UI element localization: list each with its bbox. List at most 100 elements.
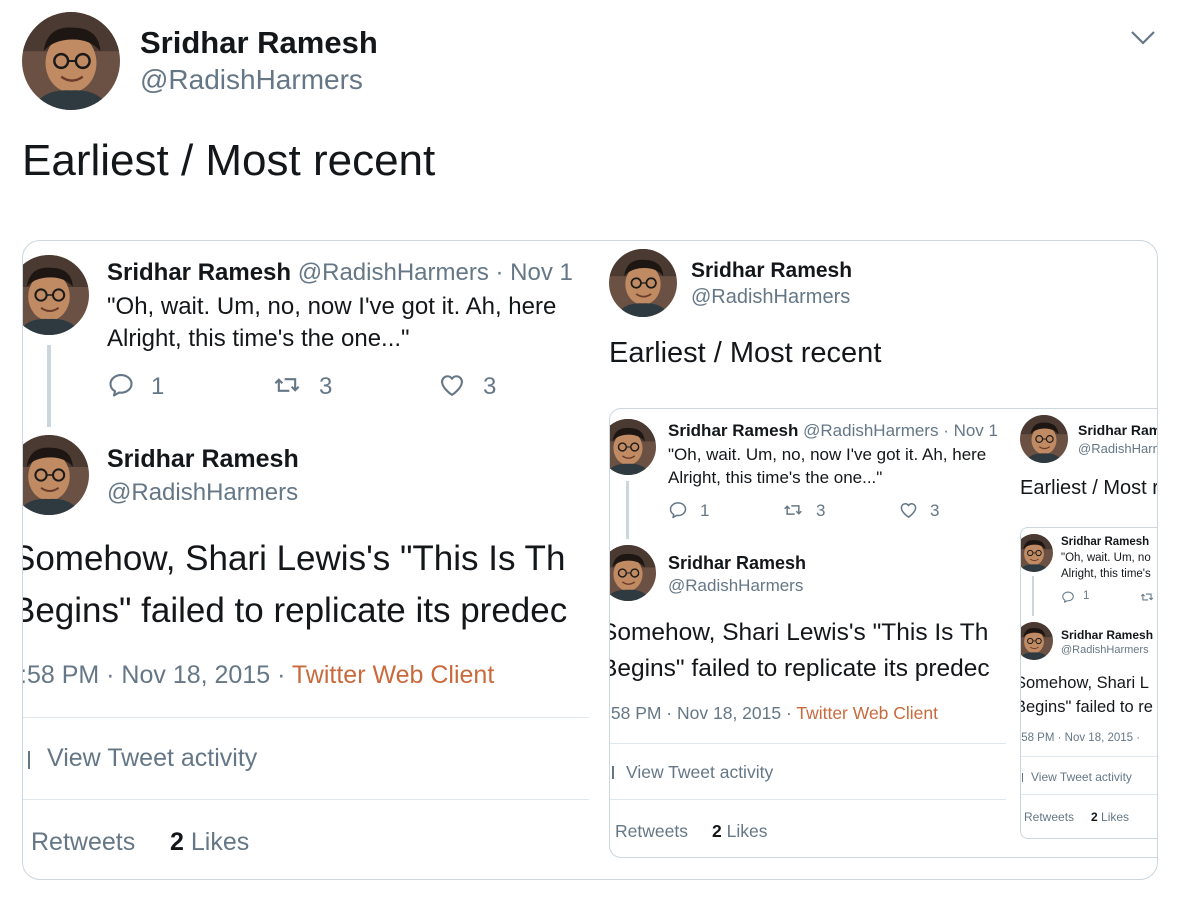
quoted-handle-date: @RadishHarmers · Nov 1	[803, 421, 998, 440]
divider	[610, 743, 1006, 744]
tweet-timestamp: :58 PM · Nov 18, 2015 · Twitter Web Clie…	[23, 661, 494, 690]
likes-count: 2	[170, 828, 184, 856]
thread-line	[1032, 576, 1034, 616]
quoted-author-name: Sridhar Ramesh	[107, 259, 292, 286]
likes-label: Likes	[726, 821, 768, 841]
activity-bar-icon	[1022, 773, 1023, 782]
author-handle: @RadishHarmers	[691, 286, 851, 308]
divider	[610, 799, 1006, 800]
quoted-text-line2: Alright, this time's the one..."	[668, 468, 883, 487]
likes-stat: 2 Likes	[1091, 810, 1129, 824]
like-count: 3	[930, 501, 940, 520]
tweet-text: Earliest / Most recent	[22, 136, 436, 185]
likes-stat: 2 Likes	[170, 828, 249, 857]
retweet-count: 3	[319, 373, 333, 400]
main-text-line1: Somehow, Shari Lewis's "This Is Th	[23, 539, 566, 578]
main-text-line1: Somehow, Shari Lewis's "This Is Th	[610, 619, 989, 646]
quoted-text-line2: Alright, this time's	[1061, 568, 1151, 580]
quoted-text-line1: "Oh, wait. Um, no	[1061, 552, 1151, 564]
tweet-text: Earliest / Most recent	[609, 337, 882, 369]
main-author-name: Sridhar Ramesh	[1061, 628, 1154, 642]
main-avatar	[610, 545, 656, 601]
avatar	[609, 249, 677, 317]
main-author-handle: @RadishHarmers	[668, 576, 804, 595]
author-name: Sridhar Ramesh	[1078, 422, 1157, 438]
view-tweet-activity: View Tweet activity	[1031, 770, 1132, 784]
likes-label: Likes	[190, 828, 250, 856]
tweet-timestamp: :58 PM · Nov 18, 2015 ·	[1020, 732, 1141, 744]
retweet-icon	[271, 371, 303, 399]
client-link: Twitter Web Client	[796, 703, 939, 723]
main-text-line1: Somehow, Shari L	[1020, 674, 1149, 692]
quoted-avatar	[610, 419, 656, 475]
quoted-text-line1: "Oh, wait. Um, no, now I've got it. Ah, …	[107, 293, 557, 320]
quoted-header: Sridhar Ramesh @RadishHarmers · Nov 1	[668, 421, 998, 441]
main-text-line2: Begins" failed to re	[1020, 698, 1153, 716]
quoted-handle-date: @RadishHarmers · Nov 1	[297, 259, 573, 286]
main-author-name: Sridhar Ramesh	[107, 445, 299, 473]
quoted-text-line2: Alright, this time's the one..."	[107, 325, 410, 352]
author-handle[interactable]: @RadishHarmers	[140, 64, 363, 96]
chevron-down-icon[interactable]	[1130, 30, 1156, 46]
quoted-header: Sridhar Ramesh @RadishHarmers · Nov 1	[107, 259, 573, 287]
reply-count: 1	[1083, 590, 1090, 602]
reply-icon	[1061, 590, 1075, 604]
thread-line	[47, 345, 51, 427]
main-text-line2: Begins" failed to replicate its predec	[23, 591, 568, 630]
screenshot-left-column: Sridhar Ramesh @RadishHarmers · Nov 1 "O…	[23, 241, 589, 879]
avatar	[1020, 415, 1068, 463]
tweet-timestamp: :58 PM · Nov 18, 2015 · Twitter Web Clie…	[610, 703, 938, 724]
screenshot-right-column: Sridhar Ramesh @RadishHarmers Earliest /…	[1006, 409, 1157, 857]
like-icon	[898, 500, 919, 520]
likes-stat: 2 Likes	[712, 821, 767, 842]
screenshot-right-column: Sridhar Ramesh @RadishHarmers Earliest /…	[589, 241, 1157, 879]
divider	[23, 717, 589, 718]
like-icon	[437, 371, 467, 399]
reply-count: 1	[700, 501, 710, 520]
embedded-screenshot-card: Sridhar Ramesh "Oh, wait. Um, no Alright…	[1020, 527, 1157, 839]
divider	[1021, 756, 1157, 757]
quoted-avatar	[23, 255, 89, 335]
like-count: 3	[483, 373, 497, 400]
embedded-screenshot-card: Sridhar Ramesh @RadishHarmers · Nov 1 "O…	[609, 408, 1157, 858]
reply-count: 1	[151, 373, 165, 400]
likes-label: Likes	[1101, 810, 1130, 824]
divider	[23, 799, 589, 800]
retweets-label: Retweets	[31, 828, 136, 856]
tweet-text: Earliest / Most recent	[1020, 477, 1157, 499]
retweets-label: Retweets	[1024, 810, 1075, 824]
author-handle: @RadishHarmers	[1078, 441, 1157, 456]
retweets-label: Retweets	[615, 821, 688, 841]
main-avatar	[1020, 622, 1053, 660]
thread-line	[626, 481, 629, 539]
likes-count: 2	[1091, 810, 1098, 824]
client-link: Twitter Web Client	[291, 661, 495, 689]
retweet-icon	[782, 500, 804, 520]
reply-icon	[668, 500, 688, 520]
main-text-line2: Begins" failed to replicate its predec	[610, 655, 990, 682]
author-name: Sridhar Ramesh	[691, 259, 853, 282]
activity-bar-icon	[612, 766, 614, 779]
quoted-author-name: Sridhar Ramesh	[1061, 536, 1150, 548]
divider	[1021, 794, 1157, 795]
quoted-text-line1: "Oh, wait. Um, no, now I've got it. Ah, …	[668, 445, 987, 464]
avatar[interactable]	[22, 12, 120, 110]
timestamp-text: :58 PM · Nov 18, 2015 ·	[23, 661, 292, 689]
main-author-name: Sridhar Ramesh	[668, 553, 807, 573]
activity-bar-icon	[28, 751, 30, 769]
quoted-avatar	[1020, 534, 1053, 572]
likes-count: 2	[712, 821, 722, 841]
view-tweet-activity: View Tweet activity	[626, 762, 774, 782]
main-avatar	[23, 435, 89, 515]
main-author-handle: @RadishHarmers	[1061, 644, 1149, 656]
reply-icon	[107, 371, 135, 399]
view-tweet-activity: View Tweet activity	[47, 744, 258, 772]
retweet-icon	[1139, 590, 1155, 604]
timestamp-text: :58 PM · Nov 18, 2015 ·	[610, 703, 797, 723]
main-author-handle: @RadishHarmers	[107, 479, 299, 506]
quoted-author-name: Sridhar Ramesh	[668, 421, 799, 440]
embedded-screenshot-card[interactable]: Sridhar Ramesh @RadishHarmers · Nov 1 "O…	[22, 240, 1158, 880]
screenshot-left-column: Sridhar Ramesh @RadishHarmers · Nov 1 "O…	[610, 409, 1006, 857]
retweet-count: 3	[816, 501, 826, 520]
author-name[interactable]: Sridhar Ramesh	[140, 25, 378, 61]
